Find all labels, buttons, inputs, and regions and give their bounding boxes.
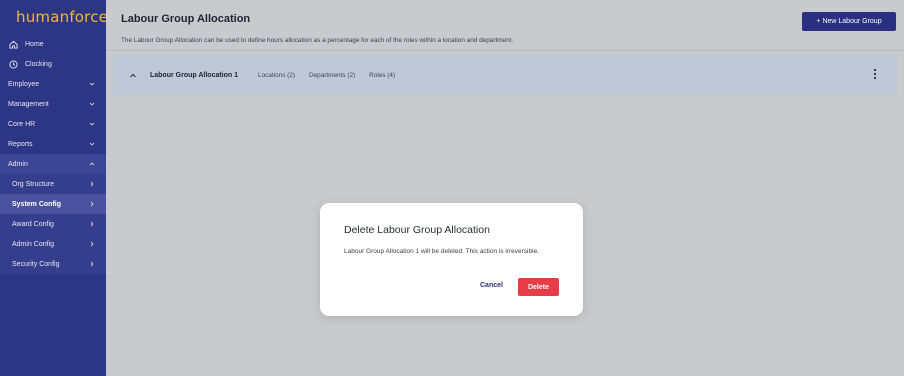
sidebar-subitem-award-config[interactable]: Award Config [0,214,106,234]
home-icon [8,39,18,49]
admin-section: Admin Org Structure System Config Award … [0,154,106,274]
new-labour-group-button[interactable]: + New Labour Group [802,12,896,31]
more-options-icon[interactable] [873,68,877,80]
chevron-right-icon [90,181,94,187]
chevron-down-icon [89,142,95,146]
chevron-up-icon [89,162,95,166]
labour-group-name: Labour Group Allocation 1 [150,72,239,79]
sidebar-item-label: Home [25,40,44,48]
roles-count: Roles (4) [369,72,396,79]
chevron-down-icon [89,122,95,126]
sidebar-item-admin[interactable]: Admin [0,154,106,174]
dialog-title: Delete Labour Group Allocation [344,224,490,236]
sidebar: humanforce Home Clocking Employee Manage… [0,0,108,376]
chevron-right-icon [90,221,94,227]
page-title: Labour Group Allocation [121,13,251,25]
sidebar-item-label: Clocking [25,60,52,68]
sidebar-item-clocking[interactable]: Clocking [0,54,106,74]
sidebar-subitem-admin-config[interactable]: Admin Config [0,234,106,254]
sidebar-subitem-security-config[interactable]: Security Config [0,254,106,274]
sidebar-item-core-hr[interactable]: Core HR [0,114,106,134]
chevron-right-icon [90,201,94,207]
chevron-right-icon [90,241,94,247]
sidebar-item-label: Award Config [12,220,54,228]
sidebar-item-label: System Config [12,200,62,208]
sidebar-subitem-org-structure[interactable]: Org Structure [0,174,106,194]
labour-group-body [113,95,897,111]
chevron-down-icon [89,102,95,106]
sidebar-item-label: Core HR [8,120,36,128]
sidebar-item-label: Admin [8,160,28,168]
header-divider [106,50,904,51]
dialog-message: Labour Group Allocation 1 will be delete… [344,248,539,255]
chevron-up-icon[interactable] [128,71,138,81]
sidebar-item-management[interactable]: Management [0,94,106,114]
clock-icon [8,59,18,69]
chevron-right-icon [90,261,94,267]
delete-button[interactable]: Delete [518,278,559,296]
departments-count: Departments (2) [308,72,356,79]
labour-group-card: Labour Group Allocation 1 Locations (2) … [113,56,897,111]
labour-group-header[interactable]: Labour Group Allocation 1 Locations (2) … [113,56,897,95]
sidebar-item-label: Org Structure [12,180,55,188]
humanforce-logo[interactable]: humanforce [0,0,108,34]
page-description: The Labour Group Allocation can be used … [121,37,514,44]
locations-count: Locations (2) [258,72,295,79]
main-content: Labour Group Allocation The Labour Group… [106,0,904,376]
sidebar-item-reports[interactable]: Reports [0,134,106,154]
sidebar-item-label: Admin Config [12,240,55,248]
sidebar-item-employee[interactable]: Employee [0,74,106,94]
delete-confirmation-dialog: Delete Labour Group Allocation Labour Gr… [320,203,583,316]
sidebar-item-label: Reports [8,140,33,148]
cancel-button[interactable]: Cancel [480,282,503,289]
chevron-down-icon [89,82,95,86]
sidebar-item-home[interactable]: Home [0,34,106,54]
sidebar-item-label: Security Config [12,260,60,268]
sidebar-item-label: Management [8,100,49,108]
sidebar-item-label: Employee [8,80,40,88]
sidebar-subitem-system-config[interactable]: System Config [0,194,106,214]
